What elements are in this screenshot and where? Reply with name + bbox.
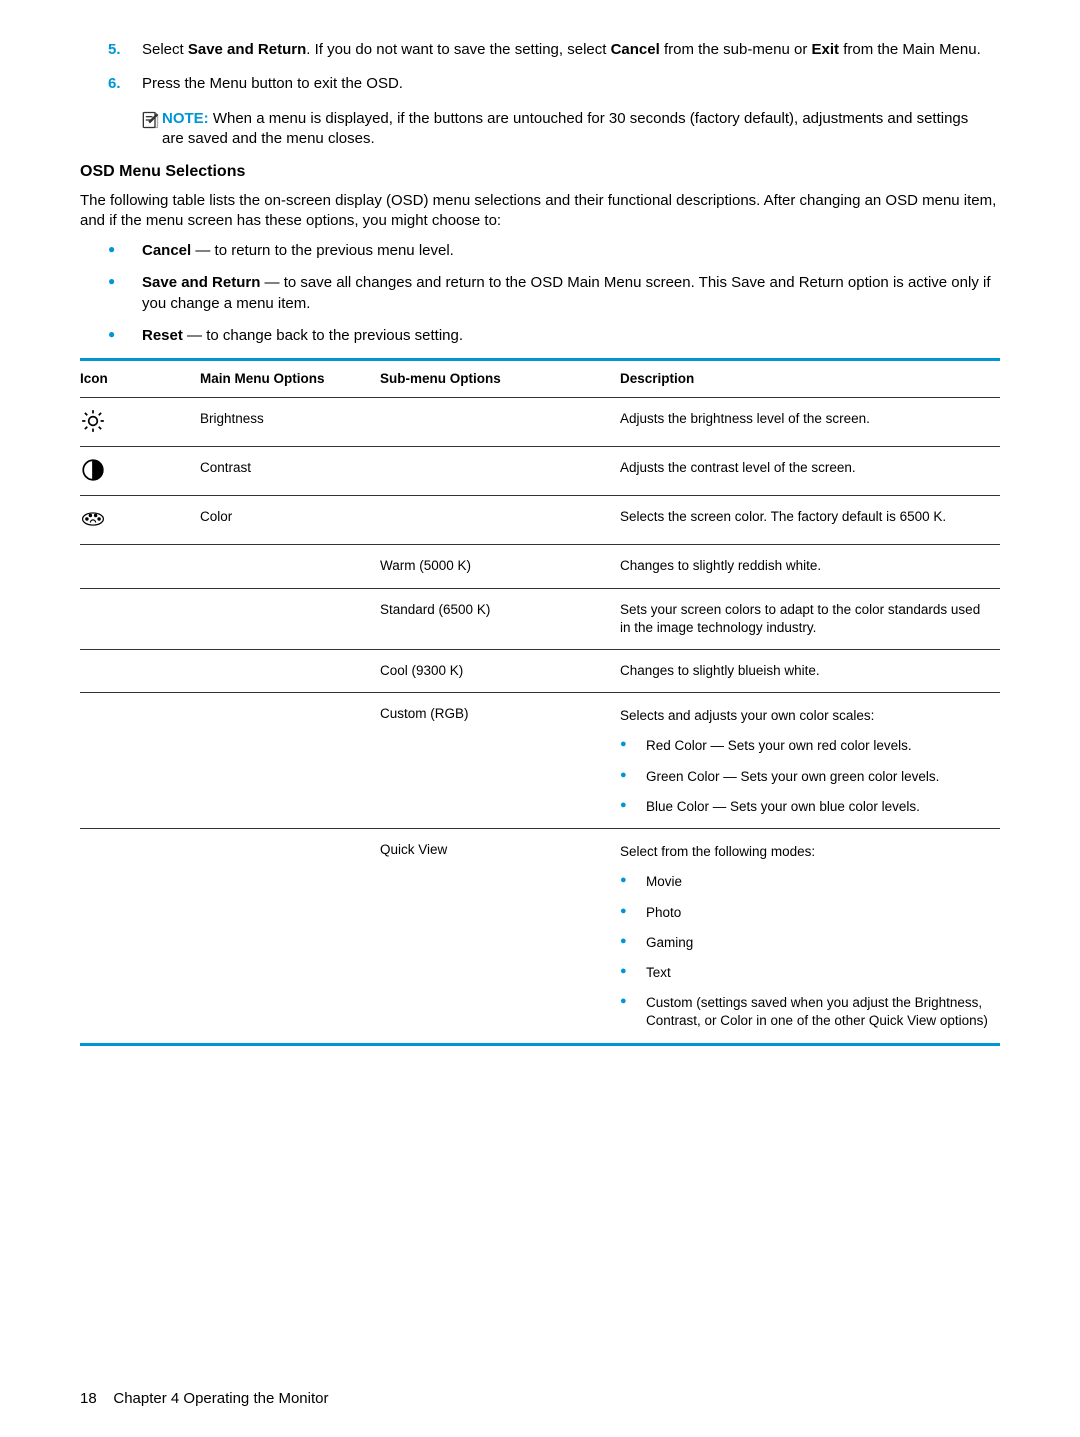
list-item: Cancel — to return to the previous menu … (108, 241, 1000, 261)
list-item: Reset — to change back to the previous s… (108, 326, 1000, 346)
table-row: Color Selects the screen color. The fact… (80, 496, 1000, 545)
cell-sub (380, 398, 620, 447)
step-6: 6. Press the Menu button to exit the OSD… (108, 74, 1000, 94)
desc-lead: Select from the following modes: (620, 843, 994, 861)
note-label: NOTE: (162, 110, 209, 127)
list-item: Text (620, 964, 994, 982)
list-item: Gaming (620, 934, 994, 952)
table-row: Warm (5000 K) Changes to slightly reddis… (80, 545, 1000, 588)
chapter-title: Chapter 4 Operating the Monitor (113, 1390, 328, 1407)
cell-sub: Standard (6500 K) (380, 588, 620, 649)
table-row: Cool (9300 K) Changes to slightly blueis… (80, 649, 1000, 692)
th-desc: Description (620, 360, 1000, 398)
page-number: 18 (80, 1390, 97, 1407)
table-row: Quick View Select from the following mod… (80, 829, 1000, 1045)
text: — to return to the previous menu level. (191, 242, 454, 259)
cell-desc: Changes to slightly blueish white. (620, 649, 1000, 692)
list-item: Blue Color — Sets your own blue color le… (620, 798, 994, 816)
bold: Exit (812, 41, 840, 58)
th-sub: Sub-menu Options (380, 360, 620, 398)
cell-desc: Adjusts the contrast level of the screen… (620, 447, 1000, 496)
list-item: Red Color — Sets your own red color leve… (620, 737, 994, 755)
cell-desc: Selects and adjusts your own color scale… (620, 693, 1000, 829)
cell-desc: Selects the screen color. The factory de… (620, 496, 1000, 545)
option-list: Cancel — to return to the previous menu … (108, 241, 1000, 346)
cell-desc: Changes to slightly reddish white. (620, 545, 1000, 588)
cell-sub (380, 496, 620, 545)
cell-sub: Cool (9300 K) (380, 649, 620, 692)
page-footer: 18 Chapter 4 Operating the Monitor (80, 1389, 328, 1409)
table-row: Custom (RGB) Selects and adjusts your ow… (80, 693, 1000, 829)
list-item: Photo (620, 904, 994, 922)
cell-main: Contrast (200, 447, 380, 496)
text: — to save all changes and return to the … (142, 274, 990, 311)
cell-sub (380, 447, 620, 496)
list-item: Save and Return — to save all changes an… (108, 273, 1000, 314)
section-heading: OSD Menu Selections (80, 161, 1000, 183)
text: from the Main Menu. (839, 41, 981, 58)
bold: Save and Return (142, 274, 260, 291)
cell-main: Brightness (200, 398, 380, 447)
cell-sub: Custom (RGB) (380, 693, 620, 829)
cell-desc: Adjusts the brightness level of the scre… (620, 398, 1000, 447)
cell-desc: Select from the following modes: Movie P… (620, 829, 1000, 1045)
osd-table: Icon Main Menu Options Sub-menu Options … (80, 358, 1000, 1046)
text: — to change back to the previous setting… (183, 327, 463, 344)
list-item: Custom (settings saved when you adjust t… (620, 994, 994, 1030)
cell-main: Color (200, 496, 380, 545)
cell-sub: Warm (5000 K) (380, 545, 620, 588)
bold: Cancel (142, 242, 191, 259)
desc-lead: Selects and adjusts your own color scale… (620, 707, 994, 725)
table-header-row: Icon Main Menu Options Sub-menu Options … (80, 360, 1000, 398)
list-item: Green Color — Sets your own green color … (620, 768, 994, 786)
intro-paragraph: The following table lists the on-screen … (80, 191, 1000, 232)
text: from the sub-menu or (660, 41, 812, 58)
table-row: Contrast Adjusts the contrast level of t… (80, 447, 1000, 496)
bold: Save and Return (188, 41, 306, 58)
cell-desc: Sets your screen colors to adapt to the … (620, 588, 1000, 649)
note-body: NOTE: When a menu is displayed, if the b… (162, 109, 1000, 150)
step-body: Select Save and Return. If you do not wa… (142, 40, 1000, 60)
cell-icon (80, 496, 200, 545)
table-row: Brightness Adjusts the brightness level … (80, 398, 1000, 447)
text: Select (142, 41, 188, 58)
cell-icon (80, 447, 200, 496)
cell-sub: Quick View (380, 829, 620, 1045)
note-box: NOTE: When a menu is displayed, if the b… (140, 109, 1000, 150)
th-main: Main Menu Options (200, 360, 380, 398)
contrast-icon (80, 457, 194, 483)
th-icon: Icon (80, 360, 200, 398)
note-text: When a menu is displayed, if the buttons… (162, 110, 968, 147)
table-row: Standard (6500 K) Sets your screen color… (80, 588, 1000, 649)
cell-icon (80, 398, 200, 447)
bold: Reset (142, 327, 183, 344)
bold: Cancel (611, 41, 660, 58)
brightness-icon (80, 408, 194, 434)
text: . If you do not want to save the setting… (306, 41, 610, 58)
color-icon (80, 506, 194, 532)
step-number: 5. (108, 40, 142, 60)
step-body: Press the Menu button to exit the OSD. (142, 74, 1000, 94)
note-icon (140, 110, 160, 136)
list-item: Movie (620, 873, 994, 891)
step-5: 5. Select Save and Return. If you do not… (108, 40, 1000, 60)
step-number: 6. (108, 74, 142, 94)
